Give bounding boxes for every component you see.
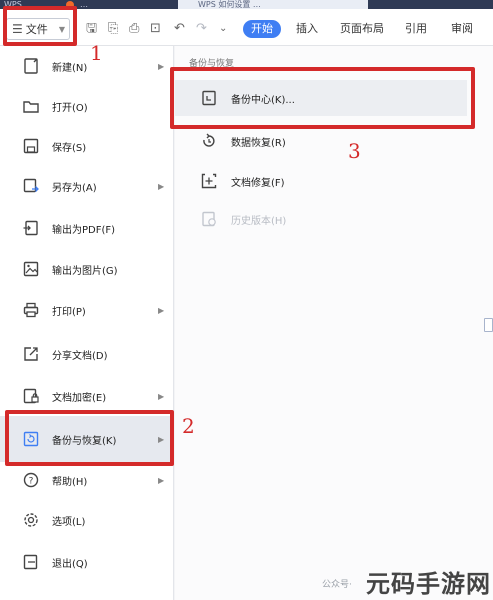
exit-icon bbox=[21, 552, 41, 572]
export-pdf-icon bbox=[21, 218, 41, 238]
menu-item-label: 文档加密(E) bbox=[52, 392, 107, 404]
undo-icon[interactable]: ↶ bbox=[174, 21, 185, 37]
menu-item-label: 选项(L) bbox=[52, 516, 86, 528]
chevron-right-icon: ▶ bbox=[158, 305, 165, 315]
save-quick-icon[interactable]: 🖫 bbox=[86, 21, 97, 37]
menu-item-label: 新建(N) bbox=[52, 62, 88, 74]
menu-item-label: 另存为(A) bbox=[52, 182, 97, 194]
annotation-box-2 bbox=[5, 410, 174, 466]
export-image-icon bbox=[21, 259, 41, 279]
chevron-right-icon: ▶ bbox=[158, 61, 165, 71]
chevron-right-icon: ▶ bbox=[158, 181, 165, 191]
menu-item-options[interactable]: 选项(L) bbox=[0, 500, 174, 540]
tab-home[interactable]: 开始 bbox=[243, 20, 281, 38]
menu-item-share[interactable]: 分享文档(D) bbox=[0, 334, 174, 374]
menu-item-export-pdf[interactable]: 输出为PDF(F) bbox=[0, 208, 174, 248]
help-icon: ? bbox=[21, 470, 41, 490]
menu-item-label: 保存(S) bbox=[52, 142, 87, 154]
print-quick-icon[interactable]: ⎙ bbox=[129, 21, 139, 37]
save-as-icon bbox=[21, 176, 41, 196]
export-quick-icon[interactable]: ⎘ bbox=[108, 21, 118, 37]
watermark-small: 公众号· bbox=[322, 580, 352, 590]
save-icon bbox=[21, 136, 41, 156]
menu-item-exit[interactable]: 退出(Q) bbox=[0, 542, 174, 582]
tab-page-layout[interactable]: 页面布局 bbox=[340, 21, 384, 37]
menu-item-label: 输出为图片(G) bbox=[52, 265, 118, 277]
printer-icon bbox=[21, 300, 41, 320]
menu-item-label: 打开(O) bbox=[52, 102, 88, 114]
menu-item-label: 打印(P) bbox=[52, 306, 86, 318]
menu-item-export-image[interactable]: 输出为图片(G) bbox=[0, 249, 174, 289]
window-tab-active[interactable]: WPS 如何设置 … bbox=[178, 0, 368, 9]
chevron-right-icon: ▶ bbox=[158, 475, 165, 485]
tab-references[interactable]: 引用 bbox=[405, 21, 427, 37]
menu-item-save[interactable]: 保存(S) bbox=[0, 126, 174, 166]
menu-item-new[interactable]: 新建(N) ▶ bbox=[0, 46, 174, 86]
menu-item-print[interactable]: 打印(P) ▶ bbox=[0, 290, 174, 330]
gear-icon bbox=[21, 510, 41, 530]
customize-chevron-icon[interactable]: ⌄ bbox=[219, 21, 227, 37]
submenu-item-label: 历史版本(H) bbox=[231, 215, 287, 227]
chevron-right-icon: ▶ bbox=[158, 391, 165, 401]
folder-icon bbox=[21, 96, 41, 116]
redo-icon[interactable]: ↷ bbox=[196, 21, 207, 37]
document-edge-icon bbox=[484, 318, 493, 332]
annotation-number-3: 3 bbox=[348, 139, 361, 163]
share-icon bbox=[21, 344, 41, 364]
file-menu-panel: 新建(N) ▶ 打开(O) 保存(S) 另存为(A) ▶ 输出为PDF(F) 输… bbox=[0, 46, 174, 600]
menu-item-open[interactable]: 打开(O) bbox=[0, 86, 174, 126]
tab-insert[interactable]: 插入 bbox=[296, 21, 318, 37]
submenu-item-history: 历史版本(H) bbox=[175, 200, 475, 238]
doc-repair-icon bbox=[199, 171, 219, 191]
annotation-number-1: 1 bbox=[90, 41, 103, 65]
window-tab[interactable]: … bbox=[80, 0, 88, 9]
menu-item-label: 退出(Q) bbox=[52, 558, 88, 570]
history-icon bbox=[199, 209, 219, 229]
tab-review[interactable]: 审阅 bbox=[451, 21, 473, 37]
backup-submenu-panel: 备份与恢复 备份中心(K)... 数据恢复(R) 文档修复(F) 历史版本(H) bbox=[175, 46, 493, 600]
menu-item-help[interactable]: ? 帮助(H) ▶ bbox=[0, 460, 174, 500]
menu-item-save-as[interactable]: 另存为(A) ▶ bbox=[0, 166, 174, 206]
data-recovery-icon bbox=[199, 131, 219, 151]
annotation-number-2: 2 bbox=[182, 414, 195, 438]
preview-quick-icon[interactable]: ⊡ bbox=[150, 21, 161, 37]
annotation-box-1 bbox=[3, 6, 77, 46]
submenu-item-label: 数据恢复(R) bbox=[231, 137, 286, 149]
menu-item-label: 输出为PDF(F) bbox=[52, 224, 116, 236]
encrypt-icon bbox=[21, 386, 41, 406]
new-doc-icon bbox=[21, 56, 41, 76]
svg-text:?: ? bbox=[29, 477, 34, 487]
menu-item-label: 帮助(H) bbox=[52, 476, 88, 488]
menu-item-label: 分享文档(D) bbox=[52, 350, 108, 362]
submenu-item-doc-repair[interactable]: 文档修复(F) bbox=[175, 162, 475, 200]
watermark-logo: 元码手游网 bbox=[366, 570, 491, 598]
annotation-box-3 bbox=[170, 67, 475, 129]
submenu-item-label: 文档修复(F) bbox=[231, 177, 285, 189]
